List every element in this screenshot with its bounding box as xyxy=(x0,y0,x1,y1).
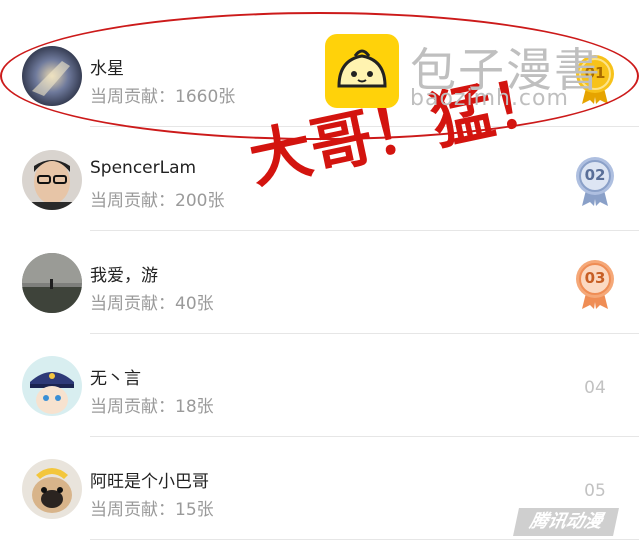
rank-number: 02 xyxy=(584,166,606,184)
rank-number: 03 xyxy=(584,269,606,287)
weekly-contribution: 当周贡献：18张 xyxy=(90,397,214,417)
username: 阿旺是个小巴哥 xyxy=(90,472,209,492)
avatar[interactable] xyxy=(22,459,82,519)
bronze-medal-icon: 03 xyxy=(572,259,618,311)
username: 无丶言 xyxy=(90,369,141,389)
weekly-contribution: 当周贡献：15张 xyxy=(90,500,214,520)
watermark-url: baozimh.com xyxy=(410,86,569,111)
row-divider xyxy=(90,539,639,540)
leaderboard-row-3[interactable]: 我爱，游 当周贡献：40张 03 xyxy=(0,231,639,334)
weekly-contribution: 当周贡献：40张 xyxy=(90,294,214,314)
silver-medal-icon: 02 xyxy=(572,156,618,208)
rank-number: 04 xyxy=(584,378,606,398)
username: SpencerLam xyxy=(90,158,197,178)
rank-number: 05 xyxy=(584,481,606,501)
avatar[interactable] xyxy=(22,356,82,416)
leaderboard-row-4[interactable]: 无丶言 当周贡献：18张 04 xyxy=(0,334,639,437)
weekly-contribution: 当周贡献：200张 xyxy=(90,191,225,211)
watermark-logo-icon xyxy=(325,34,399,108)
corner-watermark: 腾讯动漫 xyxy=(513,508,619,536)
avatar[interactable] xyxy=(22,150,82,210)
username: 我爱，游 xyxy=(90,266,158,286)
avatar[interactable] xyxy=(22,253,82,313)
